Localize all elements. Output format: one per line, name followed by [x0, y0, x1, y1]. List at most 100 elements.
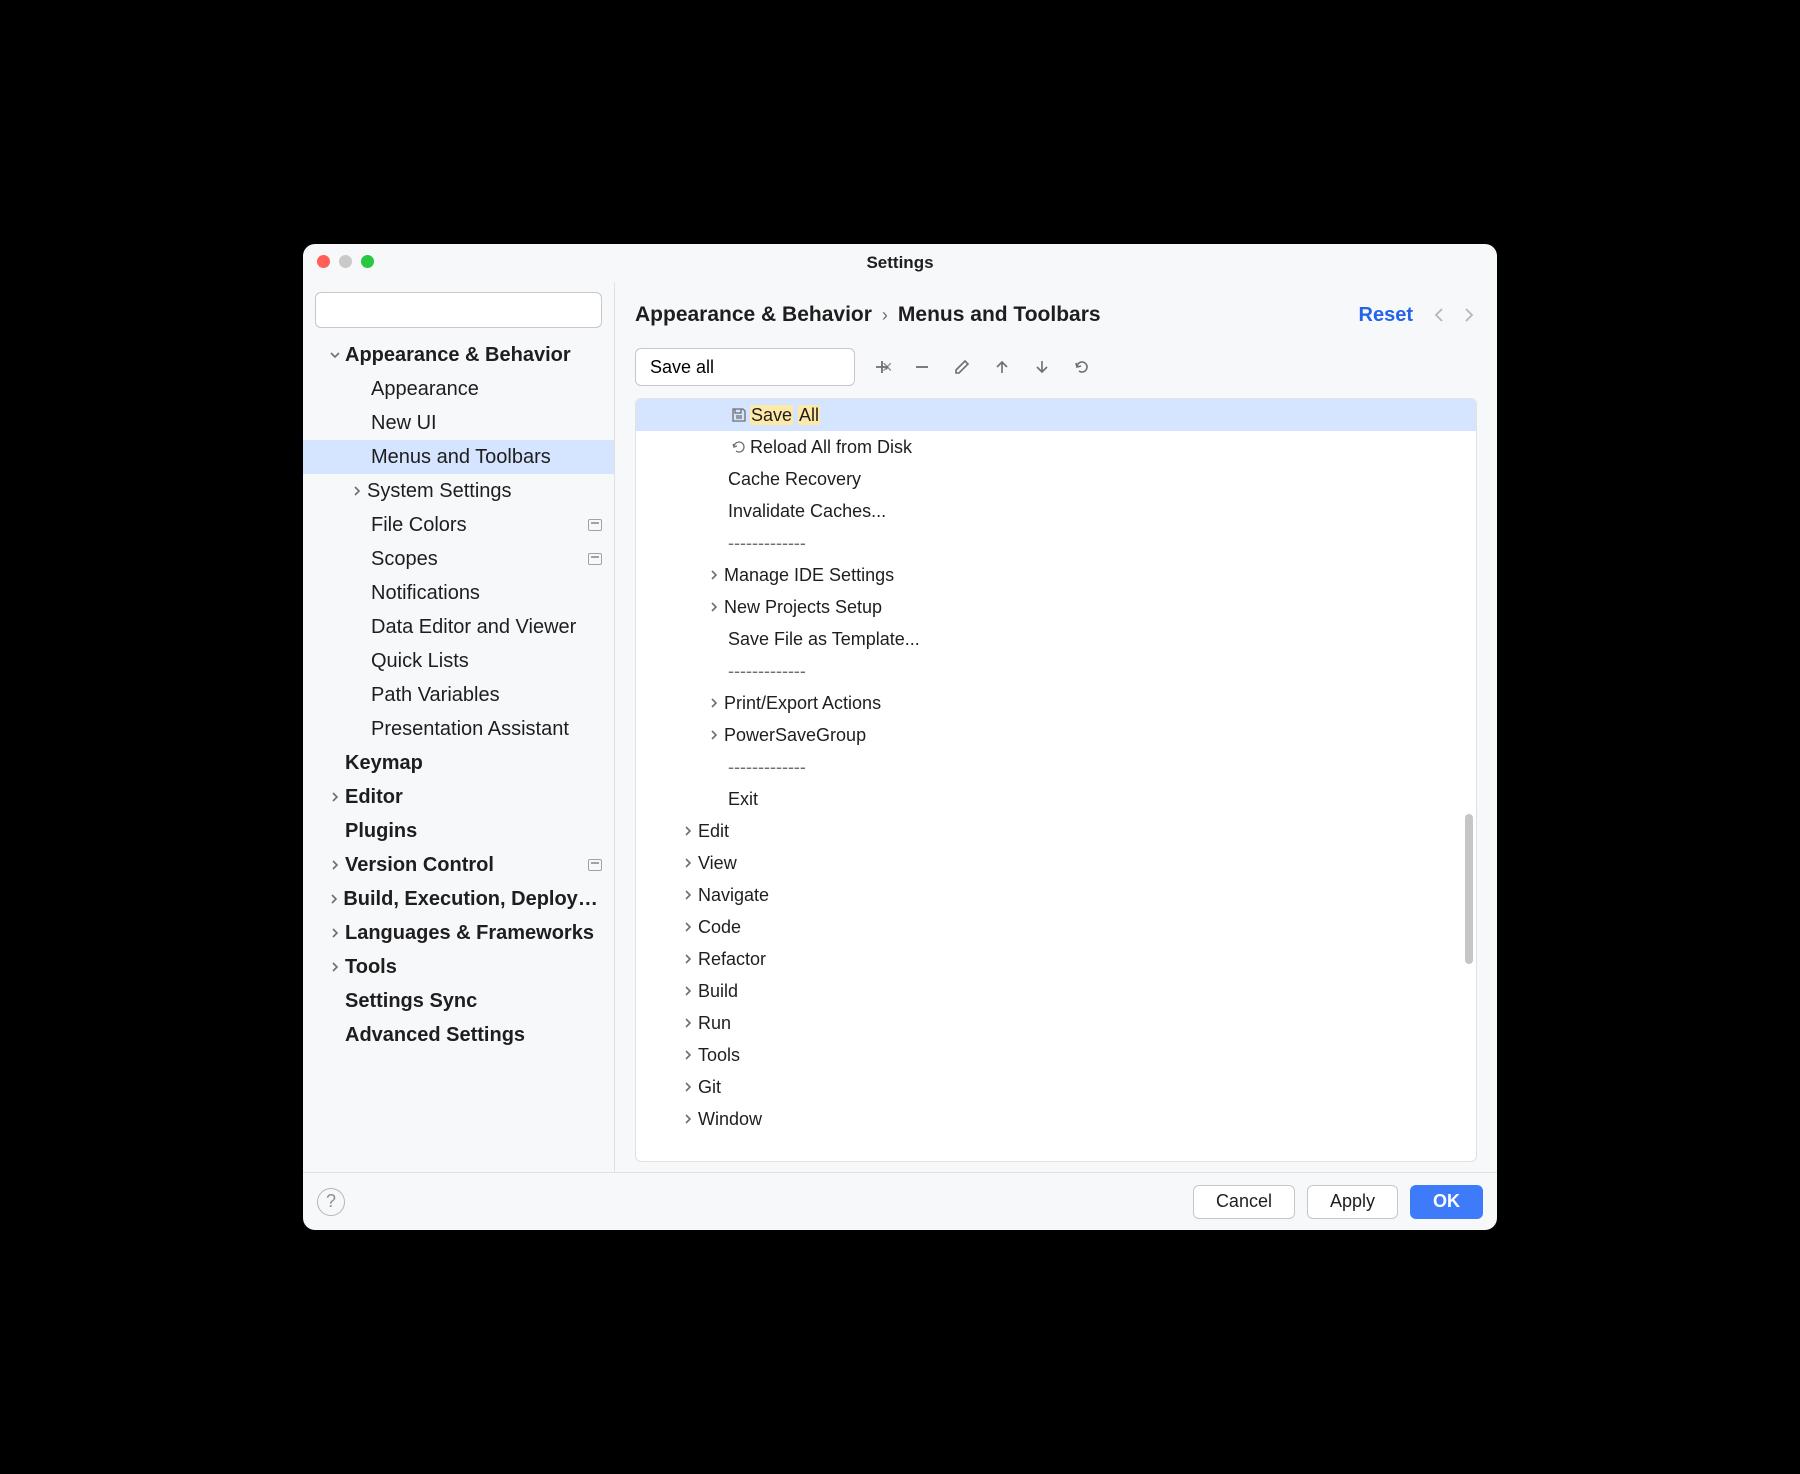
sidebar-item-label: Menus and Toolbars: [371, 446, 602, 469]
filter-input[interactable]: [650, 357, 882, 378]
chevron-right-icon: [678, 1049, 698, 1061]
action-item[interactable]: Edit: [636, 815, 1476, 847]
sidebar-item[interactable]: Appearance: [303, 372, 614, 406]
action-item[interactable]: Build: [636, 975, 1476, 1007]
sidebar-item[interactable]: Version Control: [303, 848, 614, 882]
sidebar-item[interactable]: System Settings: [303, 474, 614, 508]
revert-button[interactable]: [1069, 354, 1095, 380]
sidebar-item-label: Tools: [345, 956, 602, 979]
minimize-icon[interactable]: [339, 255, 352, 268]
sidebar-item-label: Data Editor and Viewer: [371, 616, 602, 639]
sidebar-item[interactable]: Menus and Toolbars: [303, 440, 614, 474]
settings-main: Appearance & Behavior › Menus and Toolba…: [615, 282, 1497, 1172]
sidebar-tree[interactable]: Appearance & BehaviorAppearanceNew UI Men…: [303, 338, 614, 1172]
window-controls: [317, 255, 374, 268]
cancel-button[interactable]: Cancel: [1193, 1185, 1295, 1219]
project-scope-icon: [588, 519, 602, 531]
sidebar-item[interactable]: Appearance & Behavior: [303, 338, 614, 372]
chevron-right-icon: [704, 697, 724, 709]
add-button[interactable]: [869, 354, 895, 380]
sidebar-item[interactable]: Data Editor and Viewer: [303, 610, 614, 644]
action-item[interactable]: -------------: [636, 655, 1476, 687]
action-item-label: Build: [698, 981, 738, 1002]
sidebar-item[interactable]: New UI: [303, 406, 614, 440]
action-item-label: Reload All from Disk: [750, 437, 912, 458]
action-item[interactable]: Manage IDE Settings: [636, 559, 1476, 591]
move-down-button[interactable]: [1029, 354, 1055, 380]
action-item[interactable]: Navigate: [636, 879, 1476, 911]
action-item[interactable]: Save All: [636, 399, 1476, 431]
action-item-label: -------------: [728, 533, 806, 554]
reset-link[interactable]: Reset: [1359, 304, 1413, 327]
action-item[interactable]: -------------: [636, 527, 1476, 559]
footer: ? Cancel Apply OK: [303, 1172, 1497, 1230]
sidebar-item-label: Settings Sync: [345, 990, 602, 1013]
nav-forward-icon[interactable]: [1459, 306, 1477, 324]
sidebar-item[interactable]: Scopes: [303, 542, 614, 576]
sidebar-item[interactable]: Notifications: [303, 576, 614, 610]
close-icon[interactable]: [317, 255, 330, 268]
action-item[interactable]: Tools: [636, 1039, 1476, 1071]
sidebar-item[interactable]: File Colors: [303, 508, 614, 542]
action-item[interactable]: Run: [636, 1007, 1476, 1039]
action-item[interactable]: View: [636, 847, 1476, 879]
sidebar-item[interactable]: Quick Lists: [303, 644, 614, 678]
action-item[interactable]: Save File as Template...: [636, 623, 1476, 655]
help-button[interactable]: ?: [317, 1188, 345, 1216]
sidebar-item[interactable]: Presentation Assistant: [303, 712, 614, 746]
sidebar-search-input[interactable]: [315, 292, 602, 328]
sidebar-item[interactable]: Languages & Frameworks: [303, 916, 614, 950]
action-item-label: PowerSaveGroup: [724, 725, 866, 746]
action-item-label: Manage IDE Settings: [724, 565, 894, 586]
action-item[interactable]: Cache Recovery: [636, 463, 1476, 495]
settings-window: Settings Appearance & BehaviorAppearance…: [303, 244, 1497, 1230]
action-item[interactable]: Invalidate Caches...: [636, 495, 1476, 527]
sidebar-item[interactable]: Advanced Settings: [303, 1018, 614, 1052]
chevron-right-icon: [704, 601, 724, 613]
sidebar-item[interactable]: Plugins: [303, 814, 614, 848]
chevron-right-icon: [678, 953, 698, 965]
action-item[interactable]: Git: [636, 1071, 1476, 1103]
sidebar-search[interactable]: [315, 292, 602, 328]
sidebar-item[interactable]: Keymap: [303, 746, 614, 780]
actions-tree[interactable]: Save All Reload All from Disk Cache Recove…: [636, 399, 1476, 1161]
action-item-label: Refactor: [698, 949, 766, 970]
nav-back-icon[interactable]: [1431, 306, 1449, 324]
chevron-right-icon: [678, 921, 698, 933]
sidebar-item-label: System Settings: [367, 480, 602, 503]
scrollbar[interactable]: [1465, 814, 1473, 964]
action-item-label: Invalidate Caches...: [728, 501, 886, 522]
action-item-label: Save File as Template...: [728, 629, 920, 650]
sidebar-item[interactable]: Build, Execution, Deployment: [303, 882, 614, 916]
action-item-label: Navigate: [698, 885, 769, 906]
action-item[interactable]: Reload All from Disk: [636, 431, 1476, 463]
action-item[interactable]: Exit: [636, 783, 1476, 815]
edit-button[interactable]: [949, 354, 975, 380]
sidebar-item[interactable]: Tools: [303, 950, 614, 984]
action-item[interactable]: PowerSaveGroup: [636, 719, 1476, 751]
action-item[interactable]: Refactor: [636, 943, 1476, 975]
move-up-button[interactable]: [989, 354, 1015, 380]
filter-box[interactable]: ×: [635, 348, 855, 386]
actions-toolbar: ×: [615, 348, 1497, 398]
sidebar-item-label: Scopes: [371, 548, 588, 571]
zoom-icon[interactable]: [361, 255, 374, 268]
chevron-right-icon: [678, 1113, 698, 1125]
remove-button[interactable]: [909, 354, 935, 380]
action-item-label: View: [698, 853, 737, 874]
chevron-right-icon: [678, 985, 698, 997]
action-item[interactable]: Window: [636, 1103, 1476, 1135]
action-item[interactable]: Print/Export Actions: [636, 687, 1476, 719]
action-item[interactable]: New Projects Setup: [636, 591, 1476, 623]
apply-button[interactable]: Apply: [1307, 1185, 1398, 1219]
ok-button[interactable]: OK: [1410, 1185, 1483, 1219]
sidebar-item[interactable]: Path Variables: [303, 678, 614, 712]
chevron-right-icon: [325, 927, 345, 939]
breadcrumb-part-0[interactable]: Appearance & Behavior: [635, 303, 872, 327]
action-item[interactable]: -------------: [636, 751, 1476, 783]
chevron-right-icon: [704, 729, 724, 741]
project-scope-icon: [588, 859, 602, 871]
action-item[interactable]: Code: [636, 911, 1476, 943]
sidebar-item[interactable]: Settings Sync: [303, 984, 614, 1018]
sidebar-item[interactable]: Editor: [303, 780, 614, 814]
